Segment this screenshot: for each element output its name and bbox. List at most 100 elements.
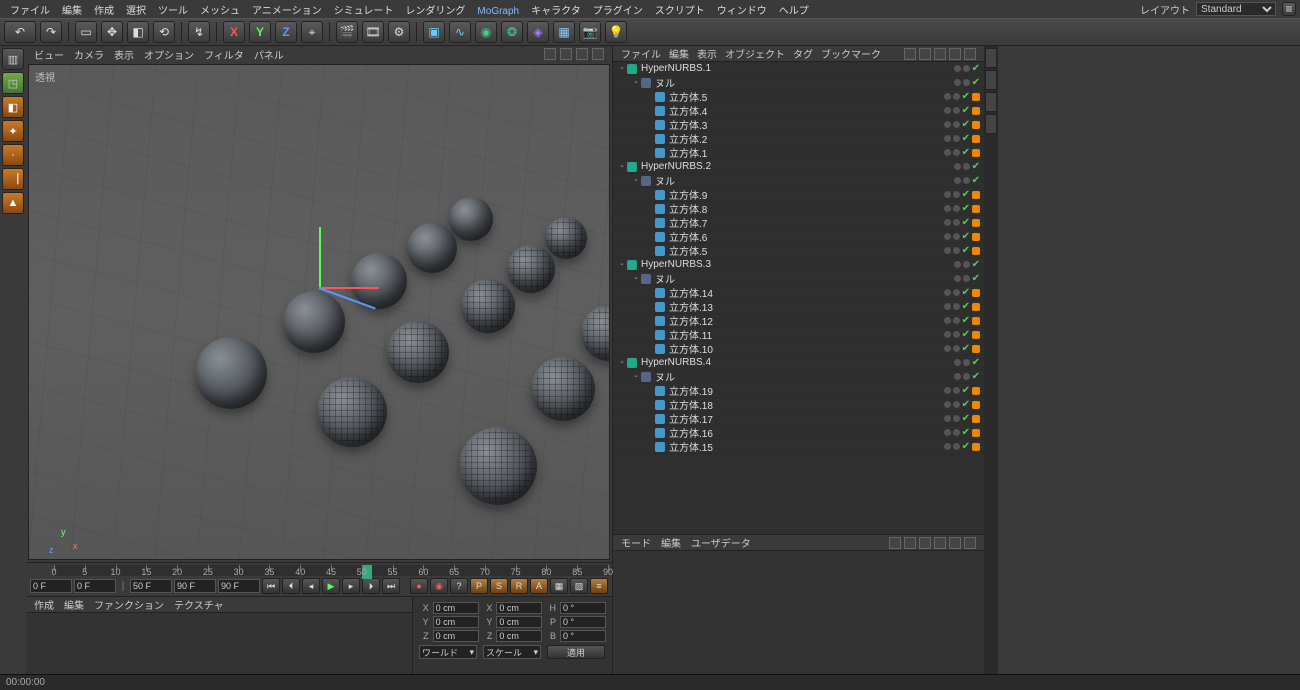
objmgr-menu-item[interactable]: タグ <box>793 50 813 61</box>
vis-render-dot[interactable] <box>963 65 970 72</box>
vis-render-dot[interactable] <box>963 79 970 86</box>
recent-tool[interactable]: ↯ <box>188 21 210 43</box>
viewport-perspective[interactable]: 透視 yxz <box>28 64 610 560</box>
object-row[interactable]: 立方体.3✔ <box>613 118 984 132</box>
vis-editor-dot[interactable] <box>954 373 961 380</box>
goto-end-button[interactable]: ⏭ <box>382 578 400 594</box>
phong-tag-icon[interactable] <box>972 233 980 241</box>
attr-max-icon[interactable] <box>964 537 976 549</box>
objmgr-menu-item[interactable]: オブジェクト <box>725 50 785 61</box>
size-z-field[interactable] <box>496 630 542 642</box>
scene-sphere[interactable] <box>195 337 267 409</box>
vis-editor-dot[interactable] <box>954 79 961 86</box>
object-row[interactable]: 立方体.7✔ <box>613 216 984 230</box>
enable-check[interactable]: ✔ <box>962 105 970 116</box>
object-row[interactable]: 立方体.9✔ <box>613 188 984 202</box>
add-generator-button[interactable]: ◉ <box>475 21 497 43</box>
viewport-menu-item[interactable]: ビュー <box>34 51 64 62</box>
objmgr-menu-item[interactable]: ファイル <box>621 50 661 61</box>
dock-tab[interactable] <box>985 114 997 134</box>
vis-render-dot[interactable] <box>963 373 970 380</box>
vis-editor-dot[interactable] <box>944 107 951 114</box>
axis-mode-button[interactable]: ✦ <box>2 120 24 142</box>
vis-editor-dot[interactable] <box>944 303 951 310</box>
enable-check[interactable]: ✔ <box>962 91 970 102</box>
vis-render-dot[interactable] <box>953 233 960 240</box>
phong-tag-icon[interactable] <box>972 415 980 423</box>
vis-editor-dot[interactable] <box>944 205 951 212</box>
menu-item[interactable]: 作成 <box>88 4 120 19</box>
vis-render-dot[interactable] <box>963 275 970 282</box>
vis-editor-dot[interactable] <box>954 177 961 184</box>
object-row[interactable]: 立方体.16✔ <box>613 426 984 440</box>
expand-toggle[interactable]: - <box>631 371 641 382</box>
vis-render-dot[interactable] <box>953 415 960 422</box>
object-row[interactable]: -ヌル✔ <box>613 370 984 384</box>
expand-toggle[interactable]: - <box>617 357 627 368</box>
om-search-icon[interactable] <box>904 48 916 60</box>
attr-up-icon[interactable] <box>919 537 931 549</box>
make-editable-button[interactable]: ▥ <box>2 48 24 70</box>
key-pos-button[interactable]: P <box>470 578 488 594</box>
vis-render-dot[interactable] <box>963 359 970 366</box>
viewport-menu-item[interactable]: 表示 <box>114 51 134 62</box>
enable-check[interactable]: ✔ <box>962 385 970 396</box>
axis-x-toggle[interactable]: X <box>223 21 245 43</box>
enable-check[interactable]: ✔ <box>972 161 980 172</box>
vis-editor-dot[interactable] <box>944 247 951 254</box>
vis-render-dot[interactable] <box>953 317 960 324</box>
rot-b-field[interactable] <box>560 630 606 642</box>
enable-check[interactable]: ✔ <box>962 217 970 228</box>
scene-sphere[interactable] <box>387 321 449 383</box>
pos-x-field[interactable] <box>433 602 479 614</box>
key-dope-button[interactable]: ≡ <box>590 578 608 594</box>
menu-item[interactable]: MoGraph <box>471 4 525 19</box>
vis-editor-dot[interactable] <box>944 289 951 296</box>
menu-item[interactable]: プラグイン <box>587 4 649 19</box>
vis-render-dot[interactable] <box>953 191 960 198</box>
add-modeling-button[interactable]: ❂ <box>501 21 523 43</box>
vis-editor-dot[interactable] <box>954 65 961 72</box>
object-row[interactable]: 立方体.18✔ <box>613 398 984 412</box>
attr-menu-item[interactable]: ユーザデータ <box>691 539 751 550</box>
enable-check[interactable]: ✔ <box>972 357 980 368</box>
vp-nav-icon[interactable] <box>560 48 572 60</box>
redo-button[interactable]: ↷ <box>40 21 62 43</box>
enable-check[interactable]: ✔ <box>972 259 980 270</box>
vp-nav-icon[interactable] <box>544 48 556 60</box>
vis-render-dot[interactable] <box>963 163 970 170</box>
coord-system-button[interactable]: ⌖ <box>301 21 323 43</box>
scene-sphere[interactable] <box>449 197 493 241</box>
phong-tag-icon[interactable] <box>972 149 980 157</box>
expand-toggle[interactable]: - <box>617 259 627 270</box>
scene-sphere[interactable] <box>317 377 387 447</box>
prev-frame-button[interactable]: ◂ <box>302 578 320 594</box>
axis-y-toggle[interactable]: Y <box>249 21 271 43</box>
enable-check[interactable]: ✔ <box>962 203 970 214</box>
vis-render-dot[interactable] <box>953 149 960 156</box>
object-row[interactable]: 立方体.8✔ <box>613 202 984 216</box>
vis-editor-dot[interactable] <box>944 443 951 450</box>
frame-start-field[interactable]: 0 F <box>30 579 72 593</box>
vis-editor-dot[interactable] <box>944 121 951 128</box>
key-scale-button[interactable]: S <box>490 578 508 594</box>
scale-tool[interactable]: ◧ <box>127 21 149 43</box>
menu-item[interactable]: メッシュ <box>194 4 246 19</box>
next-key-button[interactable]: ⏵ <box>362 578 380 594</box>
goto-start-button[interactable]: ⏮ <box>262 578 280 594</box>
viewport-menu-item[interactable]: オプション <box>144 51 194 62</box>
vis-render-dot[interactable] <box>953 443 960 450</box>
scene-sphere[interactable] <box>531 357 595 421</box>
vis-render-dot[interactable] <box>953 331 960 338</box>
enable-check[interactable]: ✔ <box>962 343 970 354</box>
enable-check[interactable]: ✔ <box>972 371 980 382</box>
vis-render-dot[interactable] <box>963 261 970 268</box>
expand-toggle[interactable]: - <box>631 273 641 284</box>
enable-check[interactable]: ✔ <box>962 315 970 326</box>
object-row[interactable]: 立方体.10✔ <box>613 342 984 356</box>
scene-sphere[interactable] <box>351 253 407 309</box>
phong-tag-icon[interactable] <box>972 219 980 227</box>
coord-apply-button[interactable]: 適用 <box>547 645 605 659</box>
object-row[interactable]: -ヌル✔ <box>613 174 984 188</box>
vis-render-dot[interactable] <box>953 429 960 436</box>
